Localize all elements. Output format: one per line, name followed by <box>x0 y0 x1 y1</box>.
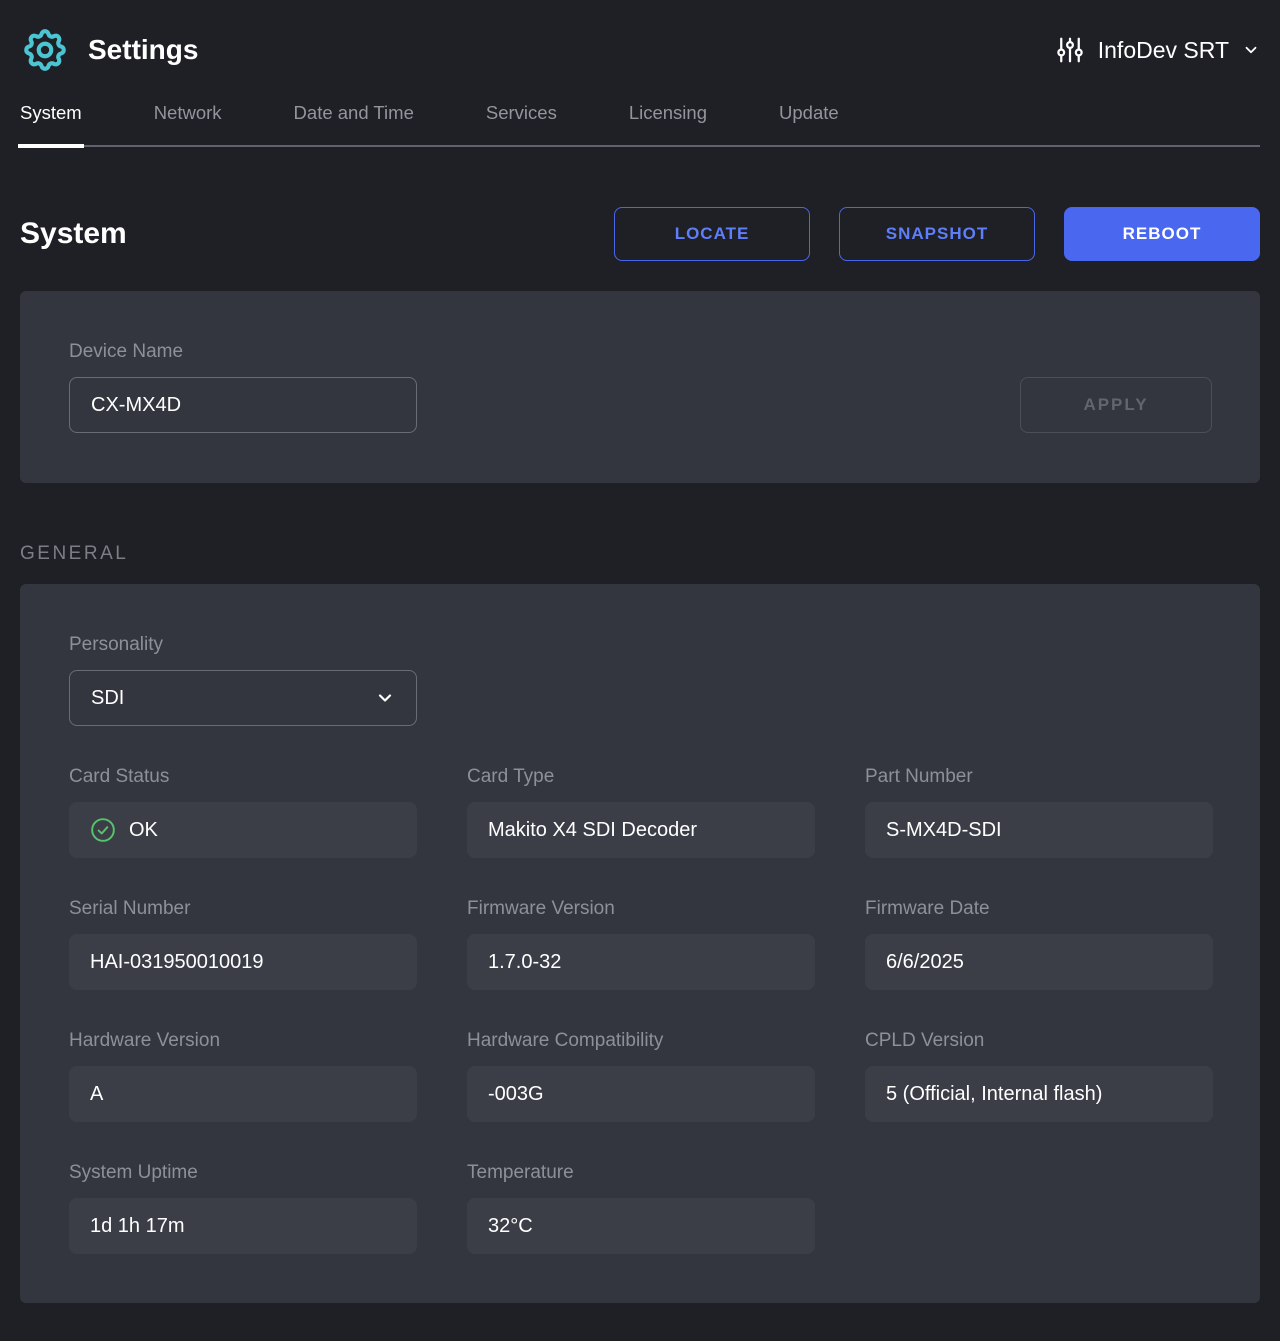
field-serial-number: Serial Number HAI-031950010019 <box>69 898 417 990</box>
settings-gear-icon <box>20 25 70 75</box>
field-hardware-version: Hardware Version A <box>69 1030 417 1122</box>
field-hardware-compatibility: Hardware Compatibility -003G <box>467 1030 815 1122</box>
status-ok-icon <box>90 817 116 843</box>
card-status-value: OK <box>69 802 417 858</box>
field-part-number: Part Number S-MX4D-SDI <box>865 766 1213 858</box>
cpld-version-value: 5 (Official, Internal flash) <box>865 1066 1213 1122</box>
card-type-value: Makito X4 SDI Decoder <box>467 802 815 858</box>
field-card-status: Card Status OK <box>69 766 417 858</box>
serial-number-value: HAI-031950010019 <box>69 934 417 990</box>
firmware-date-value: 6/6/2025 <box>865 934 1213 990</box>
page-head: System LOCATE SNAPSHOT REBOOT <box>20 207 1260 261</box>
tab-date-and-time[interactable]: Date and Time <box>294 102 414 145</box>
settings-tab-bar: System Network Date and Time Services Li… <box>18 102 1260 148</box>
personality-field: Personality SDI <box>69 634 1212 726</box>
tab-licensing[interactable]: Licensing <box>629 102 707 145</box>
device-name-label: Device Name <box>69 341 184 362</box>
device-selector-label: InfoDev SRT <box>1097 36 1229 63</box>
tab-update[interactable]: Update <box>779 102 839 145</box>
general-card: Personality SDI Card Status OK Card Type… <box>20 584 1260 1303</box>
locate-button[interactable]: LOCATE <box>614 207 810 261</box>
chevron-down-icon <box>375 688 395 708</box>
apply-button[interactable]: APPLY <box>1020 377 1212 433</box>
part-number-value: S-MX4D-SDI <box>865 802 1213 858</box>
app-header: Settings InfoDev SRT <box>20 0 1260 76</box>
page-actions: LOCATE SNAPSHOT REBOOT <box>614 207 1260 261</box>
app-header-left: Settings <box>20 25 198 75</box>
chevron-down-icon <box>1242 41 1260 59</box>
general-fields-grid: Card Status OK Card Type Makito X4 SDI D… <box>69 766 1213 1254</box>
field-system-uptime: System Uptime 1d 1h 17m <box>69 1162 417 1254</box>
tab-system[interactable]: System <box>18 102 84 148</box>
temperature-value: 32°C <box>467 1198 815 1254</box>
settings-page: Settings InfoDev SRT System Network Date… <box>0 0 1280 1303</box>
app-title: Settings <box>88 34 199 65</box>
sliders-icon <box>1055 35 1085 65</box>
page-title: System <box>20 217 127 250</box>
field-card-type: Card Type Makito X4 SDI Decoder <box>467 766 815 858</box>
personality-label: Personality <box>69 634 163 655</box>
firmware-version-value: 1.7.0-32 <box>467 934 815 990</box>
personality-select[interactable]: SDI <box>69 670 417 726</box>
device-name-input[interactable] <box>69 377 417 433</box>
general-section-heading: GENERAL <box>20 543 129 564</box>
personality-select-value: SDI <box>91 686 125 709</box>
system-uptime-value: 1d 1h 17m <box>69 1198 417 1254</box>
field-temperature: Temperature 32°C <box>467 1162 815 1254</box>
tab-services[interactable]: Services <box>486 102 557 145</box>
tab-network[interactable]: Network <box>154 102 222 145</box>
field-firmware-date: Firmware Date 6/6/2025 <box>865 898 1213 990</box>
field-cpld-version: CPLD Version 5 (Official, Internal flash… <box>865 1030 1213 1122</box>
field-firmware-version: Firmware Version 1.7.0-32 <box>467 898 815 990</box>
hardware-compatibility-value: -003G <box>467 1066 815 1122</box>
device-name-card: Device Name APPLY <box>20 291 1260 483</box>
snapshot-button[interactable]: SNAPSHOT <box>839 207 1035 261</box>
hardware-version-value: A <box>69 1066 417 1122</box>
device-selector[interactable]: InfoDev SRT <box>1055 35 1260 65</box>
reboot-button[interactable]: REBOOT <box>1064 207 1260 261</box>
